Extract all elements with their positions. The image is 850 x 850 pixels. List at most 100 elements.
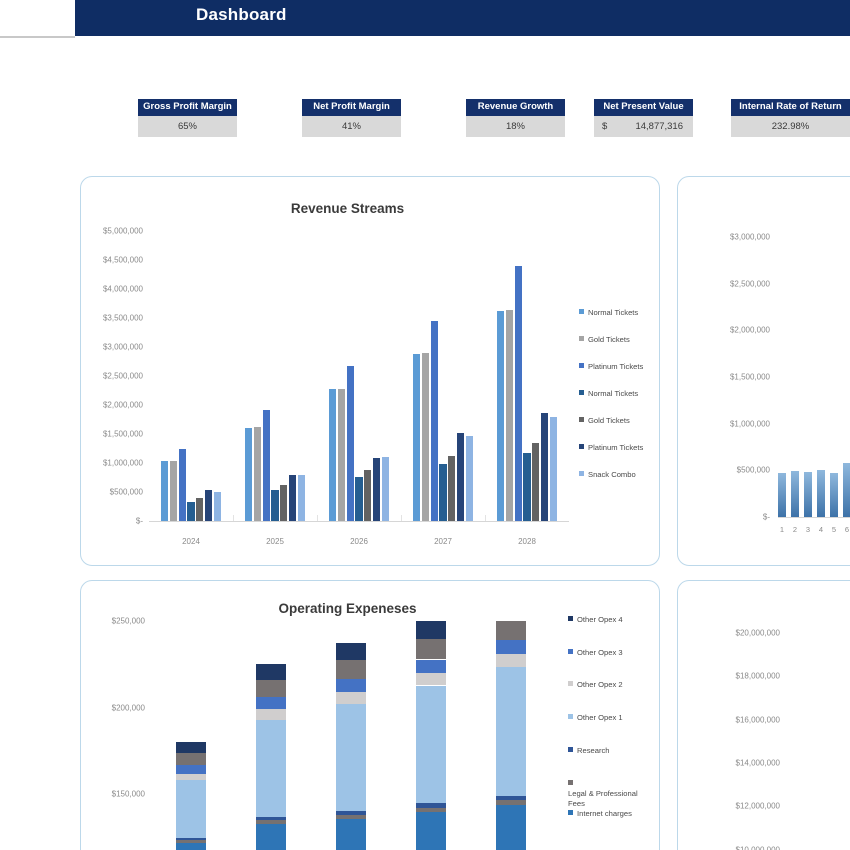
legend-swatch — [579, 471, 584, 476]
bar-2024-series-1 — [169, 461, 177, 521]
bar-2026-series-5 — [373, 457, 381, 521]
bar-2028-series-0 — [497, 311, 505, 521]
legend-swatch — [568, 714, 573, 719]
stack-segment-2028-3 — [496, 667, 526, 796]
legend-item: Other Opex 4 — [568, 615, 623, 624]
stack-segment-2025-5 — [256, 697, 286, 710]
y-tick-label: $2,000,000 — [102, 400, 143, 410]
stack-segment-2026-3 — [336, 703, 366, 811]
kpi-card-net-present-value: Net Present Value $ 14,877,316 — [594, 99, 693, 137]
legend-label: Platinum Tickets — [588, 443, 644, 452]
bar-2027-series-3 — [439, 464, 447, 521]
bar-2028-series-2 — [514, 265, 522, 521]
bar-2026-series-0 — [329, 389, 337, 521]
kpi-label: Gross Profit Margin — [138, 99, 237, 116]
legend-label: Platinum Tickets — [588, 362, 644, 371]
app-header: Dashboard — [0, 0, 850, 38]
header-band — [75, 0, 850, 36]
kpi-label: Net Present Value — [594, 99, 693, 116]
stack-segment-2025-6 — [256, 679, 286, 698]
bar-2027-series-0 — [413, 353, 421, 521]
stack-segment-2024-5 — [176, 764, 206, 774]
legend-label: Normal Tickets — [588, 389, 639, 398]
kpi-currency-symbol: $ — [602, 121, 608, 132]
legend-label: Other Opex 4 — [577, 615, 623, 624]
kpi-label: Net Profit Margin — [302, 99, 401, 116]
bar-2024-series-3 — [187, 502, 195, 521]
legend-item: Legal & Professional Fees — [568, 779, 656, 809]
legend-label: Other Opex 3 — [577, 648, 623, 657]
bar-2026-series-4 — [364, 469, 372, 521]
y-tick-label: $1,000,000 — [729, 419, 770, 429]
legend-label: Snack Combo — [588, 470, 636, 479]
x-tick-label: 2026 — [350, 537, 368, 546]
group-separator — [485, 515, 486, 521]
x-tick-label: 2028 — [518, 537, 536, 546]
chart-title-revenue-streams: Revenue Streams — [290, 201, 405, 216]
legend-swatch — [568, 616, 573, 621]
bar-2027-series-2 — [430, 321, 438, 521]
mini-bar-5 — [830, 473, 838, 517]
legend-label: Normal Tickets — [588, 308, 639, 317]
bar-2025-series-5 — [289, 474, 297, 521]
legend-item: Other Opex 3 — [568, 648, 623, 657]
dashboard-root: Dashboard Gross Profit Margin 65% Net Pr… — [0, 0, 850, 850]
legend-item: Gold Tickets — [579, 335, 630, 344]
x-tick-label: 2027 — [434, 537, 452, 546]
stack-segment-2026-4 — [336, 692, 366, 704]
x-tick-label: 2024 — [182, 537, 200, 546]
stack-segment-2024-2 — [176, 837, 206, 841]
kpi-value-wrap: 18% — [466, 116, 565, 137]
stack-segment-2027-4 — [416, 673, 446, 686]
group-separator — [401, 515, 402, 521]
bar-2027-series-1 — [421, 352, 429, 521]
legend-item: Research — [568, 746, 610, 755]
group-separator — [233, 515, 234, 521]
bar-2024-series-0 — [161, 461, 169, 521]
y-tick-label: $- — [762, 512, 770, 522]
stack-segment-2026-1 — [336, 814, 366, 819]
stack-segment-2027-6 — [416, 638, 446, 660]
stack-segment-2025-7 — [256, 664, 286, 680]
x-tick-label: 1 — [779, 525, 785, 534]
y-tick-label: $3,000,000 — [102, 342, 143, 352]
kpi-label: Internal Rate of Return — [731, 99, 850, 116]
y-tick-label: $3,500,000 — [102, 313, 143, 323]
bar-2026-series-6 — [381, 456, 389, 521]
kpi-label: Revenue Growth — [466, 99, 565, 116]
x-tick-label: 4 — [818, 525, 824, 534]
stack-segment-2028-1 — [496, 800, 526, 805]
x-axis-line — [149, 521, 569, 522]
stack-segment-2027-0 — [416, 811, 446, 850]
x-tick-label: 2 — [792, 525, 798, 534]
stack-segment-2024-7 — [176, 742, 206, 753]
bar-2027-series-4 — [448, 456, 456, 521]
legend-swatch — [568, 681, 573, 686]
kpi-value-wrap: $ 14,877,316 — [594, 116, 693, 137]
bar-2025-series-2 — [262, 410, 270, 521]
legend-label: Other Opex 1 — [577, 713, 623, 722]
stack-segment-2028-2 — [496, 795, 526, 801]
bar-2024-series-6 — [213, 492, 221, 521]
panel-bottom-right-chart: $20,000,000 $18,000,000 $16,000,000 $14,000… — [677, 580, 850, 850]
legend-swatch — [579, 309, 584, 314]
legend-label: Gold Tickets — [588, 416, 630, 425]
kpi-value: 41% — [341, 121, 361, 132]
stack-segment-2026-7 — [336, 642, 366, 661]
y-tick-label: $4,500,000 — [102, 255, 143, 265]
bar-2024-series-5 — [205, 490, 213, 521]
bar-2028-series-6 — [549, 416, 557, 521]
y-tick-label: $250,000 — [111, 616, 145, 626]
stack-segment-2026-6 — [336, 660, 366, 680]
stack-segment-2028-6 — [496, 621, 526, 640]
stack-segment-2024-4 — [176, 773, 206, 781]
mini-bar-1 — [778, 473, 786, 517]
legend-label: Other Opex 2 — [577, 680, 623, 689]
legend-swatch — [579, 363, 584, 368]
page-title: Dashboard — [196, 5, 287, 24]
legend-swatch — [579, 417, 584, 422]
x-axis-line — [778, 517, 850, 518]
legend-label: Legal & Professional Fees — [568, 789, 638, 808]
stack-segment-2025-1 — [256, 820, 286, 824]
legend-swatch — [568, 649, 573, 654]
